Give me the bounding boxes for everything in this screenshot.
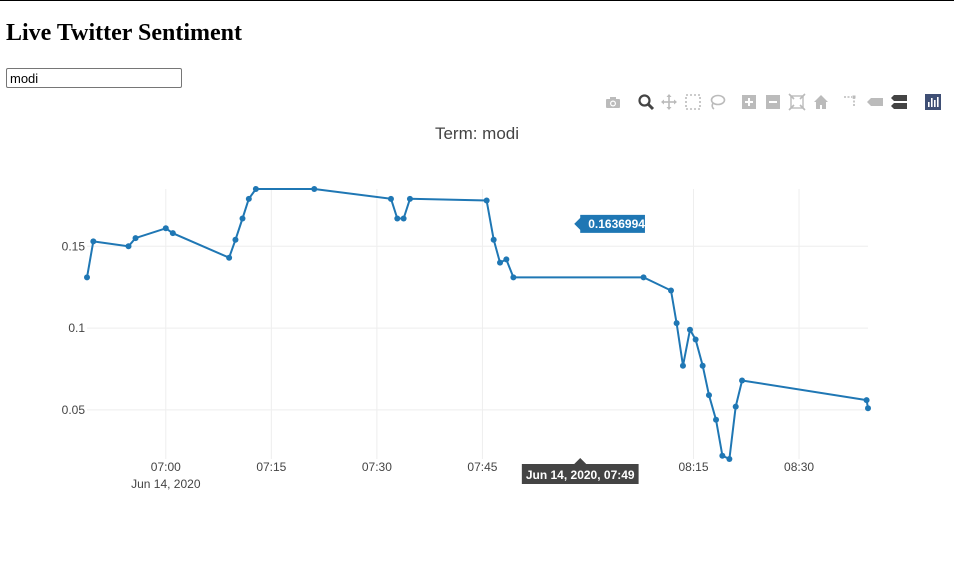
sentiment-line-chart[interactable]: Term: modi 0.05 0.1 0.15 07:00 Jun 14, 2020… (0, 110, 954, 510)
zoom-in-icon[interactable] (740, 93, 758, 111)
hover-compare-icon[interactable] (890, 93, 908, 111)
data-point-25 (686, 326, 693, 333)
y-tick-label-1: 0.1 (68, 321, 85, 335)
search-term-input[interactable] (6, 68, 182, 88)
data-point-29 (713, 416, 720, 423)
data-point-31 (726, 456, 733, 462)
data-point-17 (490, 236, 497, 243)
top-border (0, 0, 954, 1)
chart-gridlines (87, 189, 868, 459)
data-point-35 (865, 405, 871, 412)
data-point-26 (692, 336, 699, 343)
x-tick-label-0: 07:00 (151, 460, 181, 474)
zoom-out-icon[interactable] (764, 93, 782, 111)
box-select-icon[interactable] (684, 93, 702, 111)
plot-area (84, 186, 871, 462)
data-point-7 (232, 236, 239, 243)
y-tick-label-2: 0.15 (62, 239, 86, 253)
pan-icon[interactable] (660, 93, 678, 111)
chart-title: Term: modi (435, 124, 519, 143)
data-point-20 (510, 274, 517, 281)
data-point-18 (497, 259, 504, 266)
spike-lines-icon[interactable] (842, 93, 860, 111)
data-point-8 (239, 215, 246, 222)
page-title: Live Twitter Sentiment (6, 20, 242, 46)
series-line (86, 188, 869, 461)
data-point-30 (719, 452, 726, 459)
y-tick-label-0: 0.05 (62, 403, 86, 417)
data-point-13 (394, 215, 401, 222)
data-point-32 (732, 403, 739, 410)
data-point-16 (483, 197, 490, 204)
series-points (84, 186, 871, 462)
data-point-3 (132, 235, 139, 242)
data-point-27 (699, 362, 706, 369)
data-point-11 (311, 186, 318, 192)
data-point-23 (673, 320, 680, 327)
data-point-0 (84, 274, 90, 281)
hover-closest-icon[interactable] (866, 93, 884, 111)
data-point-5 (169, 230, 176, 237)
hover-label-date: Jun 14, 2020, 07:49 (521, 458, 639, 484)
x-tick-sublabel-0: Jun 14, 2020 (131, 477, 201, 491)
hover-label-value-text: 0.1636994 (588, 217, 645, 231)
data-point-33 (739, 377, 746, 384)
reset-axes-icon[interactable] (812, 93, 830, 111)
data-point-14 (400, 215, 407, 222)
data-point-2 (125, 243, 132, 250)
data-point-4 (162, 225, 169, 232)
plotly-logo-icon[interactable] (924, 93, 942, 111)
x-tick-label-1: 07:15 (256, 460, 286, 474)
hover-label-value: 0.1636994 (574, 214, 645, 233)
autoscale-icon[interactable] (788, 93, 806, 111)
data-point-24 (679, 362, 686, 369)
camera-icon[interactable] (604, 93, 622, 111)
data-point-6 (226, 254, 233, 261)
data-point-22 (667, 287, 674, 294)
data-point-15 (406, 195, 413, 202)
x-tick-label-3: 07:45 (467, 460, 497, 474)
lasso-select-icon[interactable] (708, 93, 726, 111)
data-point-34 (863, 397, 870, 404)
x-tick-label-4: 08:15 (678, 460, 708, 474)
data-point-1 (90, 238, 97, 245)
x-axis-ticks: 07:00 Jun 14, 2020 07:15 07:30 07:45 08:15 08:… (131, 460, 814, 491)
data-point-12 (387, 195, 394, 202)
data-point-28 (705, 392, 712, 399)
y-axis-ticks: 0.05 0.1 0.15 (62, 239, 86, 417)
data-point-9 (245, 195, 252, 202)
hover-label-date-text: Jun 14, 2020, 07:49 (526, 468, 635, 482)
x-tick-label-5: 08:30 (784, 460, 814, 474)
zoom-icon[interactable] (637, 93, 655, 111)
data-point-10 (252, 186, 259, 192)
data-point-21 (640, 274, 647, 281)
x-tick-label-2: 07:30 (362, 460, 392, 474)
data-point-19 (503, 256, 510, 263)
